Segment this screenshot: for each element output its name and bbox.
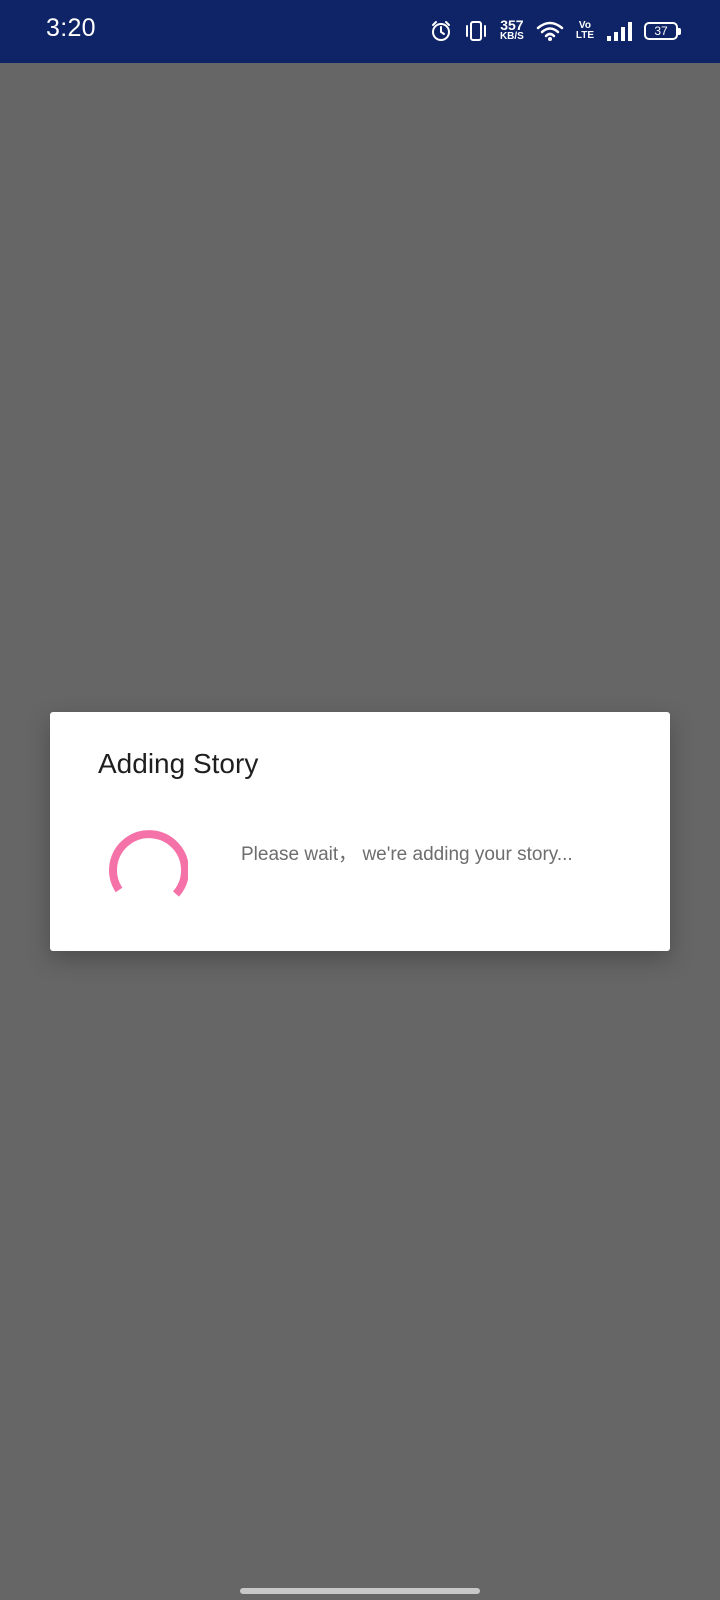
wifi-icon: [536, 20, 564, 42]
alarm-icon: [430, 20, 452, 42]
net-speed: 357 KB/S: [499, 17, 524, 42]
volte-bottom: LTE: [575, 30, 594, 41]
loading-spinner-icon: [109, 830, 188, 897]
vibrate-icon: [464, 20, 488, 42]
net-speed-value: 357: [500, 17, 524, 33]
signal-icon: [606, 20, 632, 42]
net-speed-unit: KB/S: [499, 31, 524, 42]
status-time: 3:20: [46, 14, 96, 42]
progress-dialog: Adding Story Please wait， we're adding y…: [50, 712, 670, 951]
status-bar: 3:20 357 KB/S Vo LTE 37: [0, 0, 720, 63]
volte-indicator: Vo LTE: [576, 21, 594, 41]
dialog-message: Please wait， we're adding your story...: [241, 844, 573, 865]
status-icons: 357 KB/S Vo LTE 37: [430, 16, 681, 46]
dialog-title: Adding Story: [98, 748, 259, 779]
home-indicator[interactable]: [240, 1588, 480, 1594]
battery-icon: 37: [644, 22, 681, 40]
battery-level: 37: [654, 24, 668, 38]
